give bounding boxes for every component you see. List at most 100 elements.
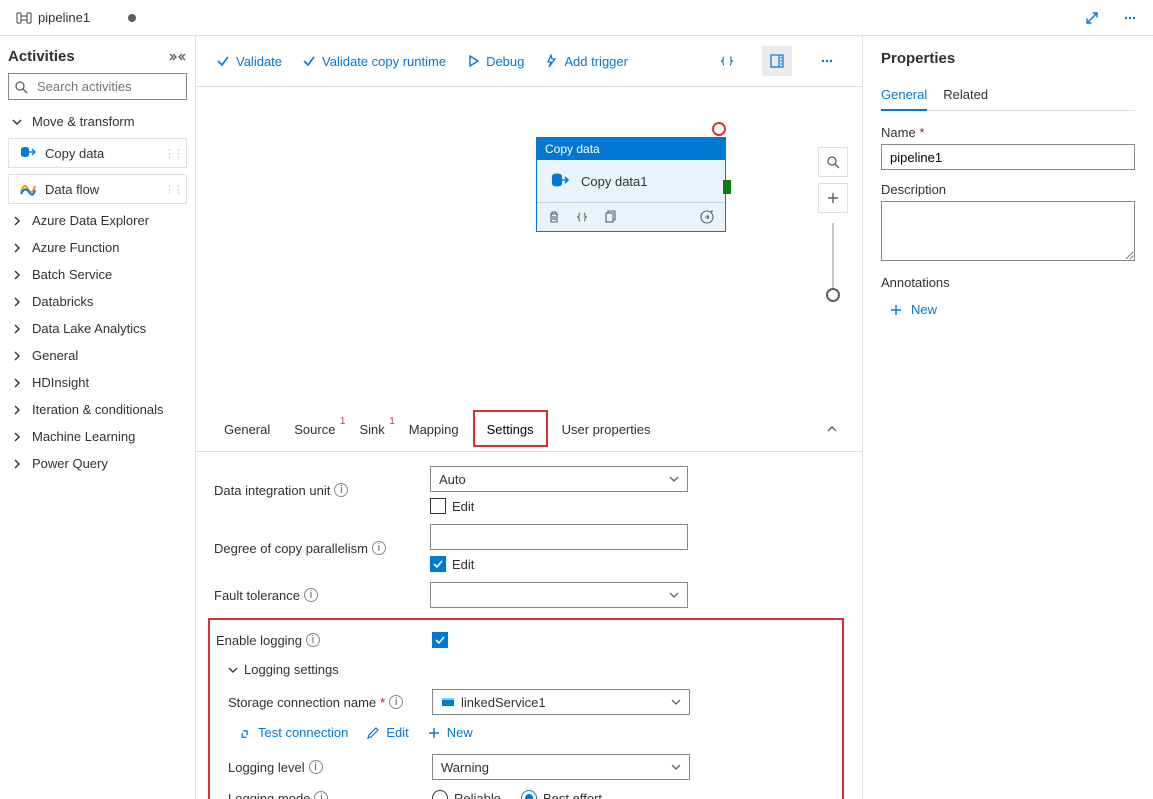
search-activities-input[interactable] (8, 73, 187, 100)
name-label: Name * (881, 125, 1135, 140)
error-count-badge: 1 (340, 416, 346, 427)
info-icon[interactable]: i (389, 695, 403, 709)
chevron-right-icon (12, 432, 26, 442)
chevron-down-icon[interactable] (228, 665, 238, 675)
chevron-down-icon (671, 697, 681, 707)
validate-copy-runtime-button[interactable]: Validate copy runtime (302, 54, 446, 69)
clone-node-icon[interactable] (603, 210, 617, 224)
description-label: Description (881, 182, 1135, 197)
pipeline-canvas[interactable]: Copy data Copy data1 (196, 87, 862, 406)
props-tab-related[interactable]: Related (943, 81, 988, 110)
cat-batch-service[interactable]: Batch Service (8, 261, 187, 288)
expand-icon[interactable] (1077, 3, 1107, 33)
chevron-right-icon (12, 351, 26, 361)
edit-connection-button[interactable]: Edit (366, 725, 408, 740)
collapse-panel-icon[interactable] (818, 415, 846, 443)
chevron-right-icon (12, 216, 26, 226)
storage-icon (441, 695, 455, 709)
node-more-icon[interactable] (699, 209, 715, 225)
dop-input[interactable] (430, 524, 688, 550)
tab-settings[interactable]: Settings (473, 410, 548, 447)
node-output-port[interactable] (723, 180, 731, 194)
collapse-sidebar-icon[interactable] (169, 51, 187, 63)
name-input[interactable] (881, 144, 1135, 170)
pipeline-tab[interactable]: pipeline1 (8, 6, 144, 30)
cat-azure-function[interactable]: Azure Function (8, 234, 187, 261)
tab-general[interactable]: General (212, 412, 282, 445)
cat-data-lake-analytics[interactable]: Data Lake Analytics (8, 315, 187, 342)
storage-connection-select[interactable]: linkedService1 (432, 689, 690, 715)
annotations-label: Annotations (881, 275, 1135, 290)
copy-data-icon (19, 144, 37, 162)
unsaved-indicator-icon (128, 14, 136, 22)
info-icon[interactable]: i (306, 633, 320, 647)
cat-databricks[interactable]: Databricks (8, 288, 187, 315)
logging-level-select[interactable]: Warning (432, 754, 690, 780)
node-code-icon[interactable] (575, 210, 589, 224)
grip-icon: ⋮⋮ (164, 183, 182, 196)
fault-tolerance-label: Fault tolerance (214, 588, 300, 603)
info-icon[interactable]: i (314, 791, 328, 799)
copy-data-node-icon (549, 170, 571, 192)
pipeline-icon (16, 10, 32, 26)
delete-node-icon[interactable] (547, 210, 561, 224)
more-icon[interactable] (1115, 3, 1145, 33)
cat-iteration[interactable]: Iteration & conditionals (8, 396, 187, 423)
chevron-down-icon (671, 762, 681, 772)
info-icon[interactable]: i (334, 483, 348, 497)
chevron-down-icon (12, 117, 26, 127)
chevron-right-icon (12, 270, 26, 280)
cat-general[interactable]: General (8, 342, 187, 369)
zoom-in-button[interactable] (818, 183, 848, 213)
add-trigger-button[interactable]: Add trigger (544, 54, 628, 69)
storage-conn-name-label: Storage connection name (228, 695, 376, 710)
test-connection-button[interactable]: Test connection (238, 725, 348, 740)
tab-user-properties[interactable]: User properties (550, 412, 663, 445)
move-transform-group[interactable]: Move & transform (8, 108, 187, 135)
fault-tolerance-select[interactable] (430, 582, 688, 608)
logging-mode-best-effort-radio[interactable]: Best effort (521, 790, 602, 799)
logging-mode-reliable-radio[interactable]: Reliable (432, 790, 501, 799)
props-tab-general[interactable]: General (881, 81, 927, 110)
debug-button[interactable]: Debug (466, 54, 524, 69)
cat-machine-learning[interactable]: Machine Learning (8, 423, 187, 450)
tab-sink[interactable]: Sink1 (347, 412, 396, 445)
tab-source[interactable]: Source1 (282, 412, 347, 445)
search-icon (14, 80, 28, 94)
cat-azure-data-explorer[interactable]: Azure Data Explorer (8, 207, 187, 234)
code-view-button[interactable] (712, 46, 742, 76)
enable-logging-checkbox[interactable] (432, 632, 448, 648)
dop-edit-checkbox[interactable] (430, 556, 446, 572)
error-count-badge: 1 (389, 416, 395, 427)
chevron-down-icon (669, 590, 679, 600)
properties-toggle-button[interactable] (762, 46, 792, 76)
logging-level-label: Logging level (228, 760, 305, 775)
cat-power-query[interactable]: Power Query (8, 450, 187, 477)
chevron-right-icon (12, 378, 26, 388)
info-icon[interactable]: i (372, 541, 386, 555)
info-icon[interactable]: i (309, 760, 323, 774)
description-textarea[interactable] (881, 201, 1135, 261)
activity-copy-data[interactable]: Copy data ⋮⋮ (8, 138, 187, 168)
canvas-search-button[interactable] (818, 147, 848, 177)
properties-heading: Properties (881, 50, 1135, 67)
node-name-label: Copy data1 (581, 174, 648, 189)
error-badge-icon (712, 122, 726, 136)
diu-select[interactable]: Auto (430, 466, 688, 492)
tab-mapping[interactable]: Mapping (397, 412, 471, 445)
enable-logging-label: Enable logging (216, 633, 302, 648)
chevron-right-icon (12, 324, 26, 334)
more-toolbar-button[interactable] (812, 46, 842, 76)
new-annotation-button[interactable]: New (889, 302, 1135, 317)
activity-data-flow[interactable]: Data flow ⋮⋮ (8, 174, 187, 204)
copy-data-node[interactable]: Copy data Copy data1 (536, 137, 726, 232)
cat-hdinsight[interactable]: HDInsight (8, 369, 187, 396)
validate-button[interactable]: Validate (216, 54, 282, 69)
logging-settings-label: Logging settings (244, 662, 339, 677)
zoom-slider[interactable] (832, 223, 834, 295)
info-icon[interactable]: i (304, 588, 318, 602)
node-type-label: Copy data (545, 142, 600, 156)
diu-edit-checkbox[interactable] (430, 498, 446, 514)
activities-heading: Activities (8, 48, 75, 65)
new-connection-button[interactable]: New (427, 725, 473, 740)
